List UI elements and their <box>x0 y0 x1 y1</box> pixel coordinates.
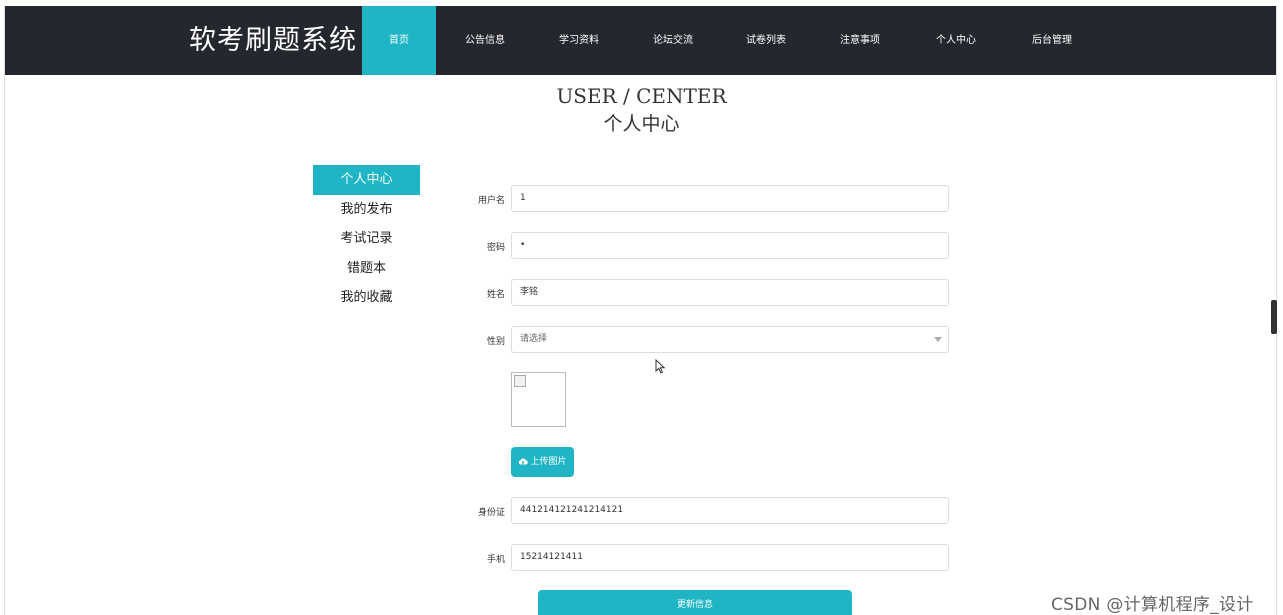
nav-home[interactable]: 首页 <box>362 6 436 75</box>
chevron-down-icon <box>934 337 942 342</box>
gender-label: 性别 <box>486 337 505 347</box>
upload-image-button[interactable]: 上传图片 <box>511 447 574 477</box>
sidebar-item-exam-records[interactable]: 考试记录 <box>313 224 420 254</box>
nav-admin[interactable]: 后台管理 <box>1019 6 1085 75</box>
password-input[interactable]: • <box>511 232 949 259</box>
sidebar-item-user-center[interactable]: 个人中心 <box>313 165 420 195</box>
sidebar-item-my-posts[interactable]: 我的发布 <box>313 195 420 225</box>
name-label: 姓名 <box>486 290 505 300</box>
nav-announcements[interactable]: 公告信息 <box>452 6 518 75</box>
name-input[interactable]: 李铭 <box>511 279 949 306</box>
sidebar-menu: 个人中心 我的发布 考试记录 错题本 我的收藏 <box>313 165 420 313</box>
sidebar-item-favorites[interactable]: 我的收藏 <box>313 283 420 313</box>
gender-select-placeholder: 请选择 <box>520 334 548 344</box>
page-title-cn: 个人中心 <box>603 113 680 135</box>
avatar-preview <box>511 372 566 427</box>
sidebar-item-wrong-questions[interactable]: 错题本 <box>313 254 420 284</box>
page-heading: USER / CENTER 个人中心 <box>5 84 1276 139</box>
gender-select[interactable]: 请选择 <box>511 326 949 353</box>
upload-image-label: 上传图片 <box>530 457 567 467</box>
phone-label: 手机 <box>486 555 505 565</box>
broken-image-icon <box>514 375 526 387</box>
scrollbar-thumb[interactable] <box>1271 300 1277 334</box>
username-label: 用户名 <box>477 196 505 206</box>
top-navbar: 软考刷题系统 首页 公告信息 学习资料 论坛交流 试卷列表 注意事项 个人中心 … <box>5 6 1276 75</box>
phone-input[interactable]: 15214121411 <box>511 544 949 571</box>
browser-viewport: 软考刷题系统 首页 公告信息 学习资料 论坛交流 试卷列表 注意事项 个人中心 … <box>4 6 1277 615</box>
site-title: 软考刷题系统 <box>189 25 357 56</box>
password-label: 密码 <box>486 243 505 253</box>
username-input[interactable]: 1 <box>511 185 949 212</box>
nav-forum[interactable]: 论坛交流 <box>640 6 706 75</box>
page-title-en: USER / CENTER <box>556 84 727 108</box>
nav-exam-list[interactable]: 试卷列表 <box>733 6 799 75</box>
nav-notices[interactable]: 注意事项 <box>827 6 893 75</box>
nav-user-center[interactable]: 个人中心 <box>923 6 989 75</box>
idcard-label: 身份证 <box>477 508 505 518</box>
update-info-button[interactable]: 更新信息 <box>538 590 852 615</box>
idcard-input[interactable]: 441214121241214121 <box>511 497 949 524</box>
nav-study-materials[interactable]: 学习资料 <box>546 6 612 75</box>
csdn-watermark: CSDN @计算机程序_设计 <box>1051 595 1254 615</box>
mouse-cursor-icon <box>655 359 666 374</box>
cloud-upload-icon <box>519 458 529 465</box>
